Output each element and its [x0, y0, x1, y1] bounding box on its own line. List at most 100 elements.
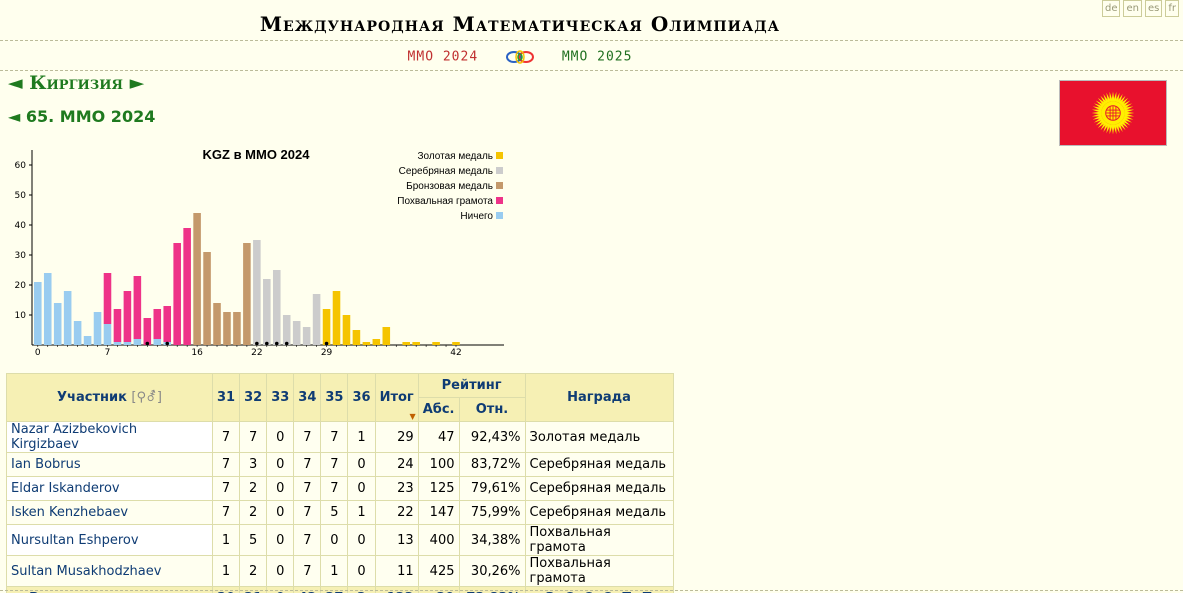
next-year-link[interactable]: MMO 2025 [562, 50, 633, 65]
col-problem-1[interactable]: 31 [211, 373, 241, 422]
problem-score: 5 [239, 524, 268, 556]
total-score: 22 [374, 500, 419, 525]
legend-swatch [496, 152, 503, 159]
problem-score: 2 [239, 555, 268, 587]
lang-fr-link[interactable]: fr [1165, 0, 1179, 17]
problem-score: 7 [211, 476, 241, 501]
results-bar-chart: 10 20 30 40 50 60 0 7 16 22 29 42 KGZ в MMO 2024 Золо… [15, 147, 504, 358]
problem-score: 1 [211, 555, 241, 587]
participant-name-link[interactable]: Nazar Azizbekovich Kirgizbaev [6, 421, 213, 453]
bar-segment [34, 282, 42, 345]
rank-abs: 100 [417, 452, 460, 477]
x-tick-label: 22 [251, 348, 262, 358]
problem-score: 7 [320, 421, 349, 453]
olympiad-navigation[interactable]: ◄ 65. MMO 2024 [8, 107, 155, 126]
participant-name-link[interactable]: Nursultan Eshperov [6, 524, 213, 556]
total-score: 11 [374, 555, 419, 587]
bar-segment [282, 315, 291, 345]
x-tick-label: 0 [35, 348, 41, 358]
x-tick-label: 16 [191, 348, 203, 358]
legend-label: Золотая медаль [417, 151, 493, 162]
bar-segment [203, 252, 211, 345]
bar-segment [263, 279, 271, 345]
problem-score: 7 [293, 476, 322, 501]
lang-de-link[interactable]: de [1101, 0, 1121, 17]
rank-abs: 125 [417, 476, 460, 501]
col-problem-6[interactable]: 36 [347, 373, 376, 422]
participant-name-link[interactable]: Sultan Musakhodzhaev [6, 555, 213, 587]
total-score: 23 [374, 476, 419, 501]
site-title[interactable]: Международная Математическая Олимпиада [0, 12, 1040, 36]
rank-abs: 425 [417, 555, 460, 587]
lang-es-link[interactable]: es [1144, 0, 1163, 17]
award: Похвальная грамота [524, 524, 674, 556]
bar-segment [352, 330, 361, 345]
bar-segment [402, 342, 410, 345]
bar-segment [83, 336, 92, 345]
bar-segment [362, 342, 371, 345]
col-participant[interactable]: Участник [⚲⚦] [6, 373, 213, 422]
year-navigation: MMO 2024 MMO 2025 [0, 48, 1040, 66]
sort-desc-icon: ▼ [409, 412, 416, 421]
problem-score: 0 [266, 500, 295, 525]
bar-segment [213, 303, 221, 345]
participant-name-link[interactable]: Eldar Iskanderov [6, 476, 213, 501]
gender-icon[interactable]: [⚲⚦] [131, 390, 162, 405]
rank-rel: 83,72% [458, 452, 526, 477]
country-navigation[interactable]: ◄ Киргизия ► [8, 72, 144, 94]
rank-rel: 92,43% [458, 421, 526, 453]
bar-segment [123, 342, 132, 345]
col-problem-4[interactable]: 34 [293, 373, 322, 422]
problem-score: 0 [347, 476, 376, 501]
table-row: Nursultan Eshperov 1 5 0 7 0 0 13 400 34,38% Похва… [6, 524, 674, 556]
x-tick-label: 29 [321, 348, 333, 358]
bar-segment [63, 291, 72, 345]
col-award[interactable]: Награда [524, 373, 674, 422]
results-chart: 10 20 30 40 50 60 0 7 16 22 29 42 KGZ в MMO 2024 Золо… [8, 142, 508, 362]
prev-year-link[interactable]: MMO 2024 [408, 50, 479, 65]
participant-marker [145, 341, 150, 346]
col-rating-rel[interactable]: Отн. [458, 397, 526, 422]
legend-swatch [496, 197, 503, 204]
kyrgyzstan-flag-icon [1059, 80, 1167, 146]
legend-swatch [496, 182, 503, 189]
award: Серебряная медаль [524, 476, 674, 501]
table-row: Sultan Musakhodzhaev 1 2 0 7 1 0 11 425 30,26% Пох… [6, 555, 674, 587]
problem-score: 0 [266, 476, 295, 501]
bar-segment [342, 315, 351, 345]
rank-rel: 75,99% [458, 500, 526, 525]
bar-segment [173, 243, 181, 345]
bar-segment [73, 321, 82, 345]
problem-score: 5 [320, 500, 349, 525]
bar-segment [113, 342, 122, 345]
rank-rel: 30,26% [458, 555, 526, 587]
award: Серебряная медаль [524, 452, 674, 477]
lang-en-link[interactable]: en [1123, 0, 1142, 17]
problem-score: 7 [293, 421, 322, 453]
col-total[interactable]: Итог ▼ [374, 373, 419, 422]
bar-segment [253, 240, 261, 345]
table-row: Eldar Iskanderov 7 2 0 7 7 0 23 125 79,61% Серебря… [6, 476, 674, 501]
imo-logo-icon[interactable] [505, 48, 535, 66]
x-tick-label: 7 [105, 348, 111, 358]
col-problem-3[interactable]: 33 [266, 373, 295, 422]
col-rating-abs[interactable]: Абс. [417, 397, 460, 422]
bar-segment [153, 339, 162, 345]
legend-swatch [496, 212, 503, 219]
col-problem-2[interactable]: 32 [239, 373, 268, 422]
problem-score: 7 [239, 421, 268, 453]
participant-name-link[interactable]: Isken Kenzhebaev [6, 500, 213, 525]
col-problem-5[interactable]: 35 [320, 373, 349, 422]
legend-swatch [496, 167, 503, 174]
participant-marker [274, 341, 279, 346]
bar-segment [302, 327, 311, 345]
bar-segment [332, 291, 341, 345]
problem-score: 3 [239, 452, 268, 477]
legend-label: Бронзовая медаль [406, 181, 493, 192]
problem-score: 7 [211, 452, 241, 477]
participant-marker [255, 341, 259, 346]
rank-abs: 147 [417, 500, 460, 525]
problem-score: 7 [320, 476, 349, 501]
problem-score: 0 [266, 452, 295, 477]
participant-name-link[interactable]: Ian Bobrus [6, 452, 213, 477]
